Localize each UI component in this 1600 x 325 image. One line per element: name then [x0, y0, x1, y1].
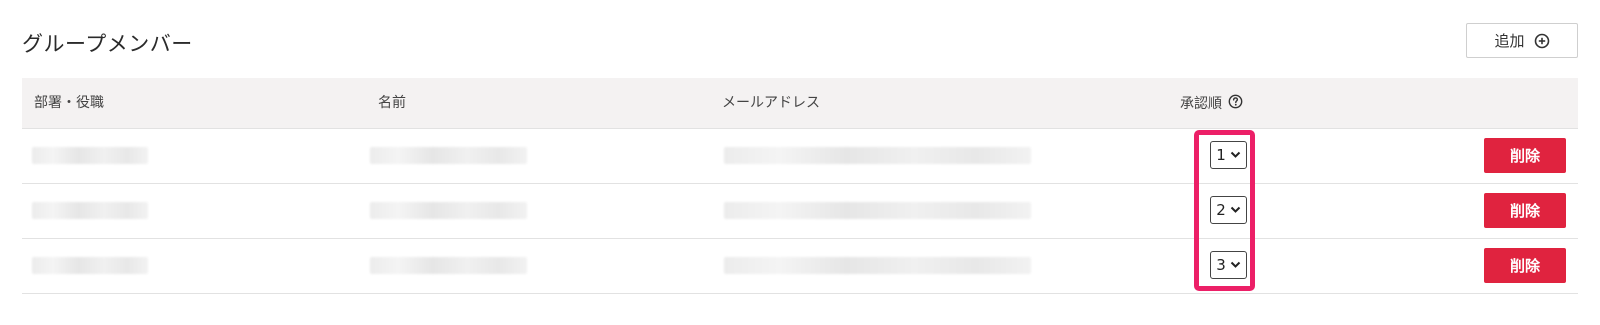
delete-button[interactable]: 削除 — [1484, 193, 1566, 228]
header-name: 名前 — [378, 95, 406, 111]
department-cell-redacted — [32, 257, 148, 274]
email-cell-redacted — [724, 202, 1031, 219]
header-approval-order-label: 承認順 — [1180, 96, 1222, 112]
approval-order-select[interactable]: 1 — [1210, 141, 1247, 169]
group-member-table: 部署・役職 名前 メールアドレス 承認順 1 削除 2 削除 3 削除 — [22, 78, 1578, 294]
name-cell-redacted — [370, 147, 527, 164]
email-cell-redacted — [724, 257, 1031, 274]
table-header: 部署・役職 名前 メールアドレス 承認順 — [22, 78, 1578, 129]
approval-order-select[interactable]: 3 — [1210, 251, 1247, 279]
add-button-label: 追加 — [1494, 32, 1525, 50]
page-title: グループメンバー — [22, 32, 193, 56]
name-cell-redacted — [370, 257, 527, 274]
chevron-down-icon — [1230, 151, 1241, 159]
delete-button[interactable]: 削除 — [1484, 248, 1566, 283]
plus-circle-icon — [1534, 33, 1550, 49]
header-approval-order: 承認順 — [1180, 78, 1243, 128]
department-cell-redacted — [32, 202, 148, 219]
chevron-down-icon — [1230, 261, 1241, 269]
email-cell-redacted — [724, 147, 1031, 164]
table-row: 3 削除 — [22, 239, 1578, 294]
question-circle-icon[interactable] — [1228, 94, 1243, 113]
department-cell-redacted — [32, 147, 148, 164]
approval-order-select[interactable]: 2 — [1210, 196, 1247, 224]
approval-order-value: 3 — [1216, 256, 1226, 274]
chevron-down-icon — [1230, 206, 1241, 214]
table-row: 2 削除 — [22, 184, 1578, 239]
approval-order-value: 1 — [1216, 146, 1226, 164]
name-cell-redacted — [370, 202, 527, 219]
table-row: 1 削除 — [22, 129, 1578, 184]
approval-order-value: 2 — [1216, 201, 1226, 219]
delete-button[interactable]: 削除 — [1484, 138, 1566, 173]
add-member-button[interactable]: 追加 — [1466, 23, 1578, 58]
header-department: 部署・役職 — [34, 95, 104, 111]
header-email: メールアドレス — [722, 95, 820, 111]
